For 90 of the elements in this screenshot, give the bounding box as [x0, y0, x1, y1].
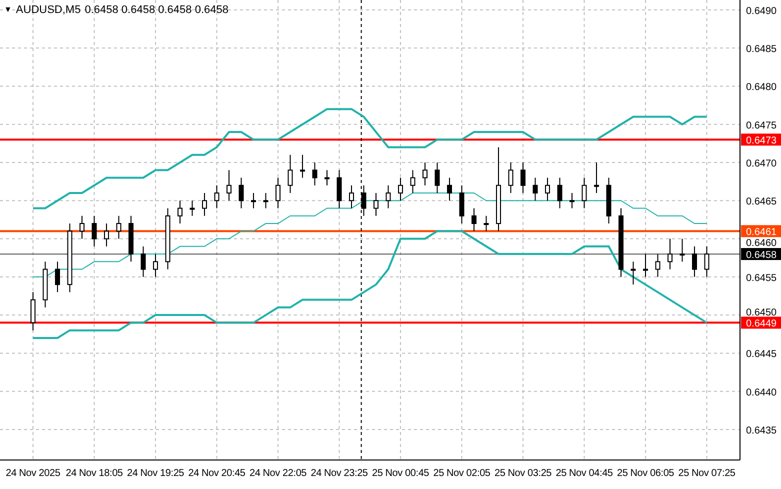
candlestick [336, 170, 342, 209]
candlestick [238, 177, 244, 209]
candlestick [374, 192, 378, 216]
time-axis-label: 24 Nov 2025 [6, 468, 60, 479]
chart-quote: 0.6458 0.6458 0.6458 0.6458 [84, 3, 228, 18]
candlestick [140, 246, 146, 278]
candlestick [300, 154, 305, 178]
candlestick [520, 162, 526, 194]
candlestick [692, 246, 697, 278]
price-axis-label: 0.6460 [746, 238, 777, 250]
candlestick [459, 184, 464, 224]
candlestick [532, 177, 538, 202]
ref-line-label: 0.6449 [746, 318, 778, 330]
candlestick [508, 162, 514, 194]
candlestick [386, 184, 391, 209]
candlestick [153, 254, 158, 278]
candlestick [202, 192, 207, 216]
candlestick [704, 246, 710, 278]
price-axis-label: 0.6455 [746, 272, 777, 284]
candlestick [214, 184, 220, 209]
price-tag: 0.6458 [741, 248, 781, 262]
price-axis-label: 0.6440 [746, 387, 777, 398]
time-axis-label: 24 Nov 23:25 [310, 468, 368, 479]
candlestick [422, 162, 428, 186]
candlestick [104, 223, 109, 247]
chart-symbol: AUDUSD,M5 [16, 3, 81, 18]
price-axis-label: 0.6475 [746, 120, 777, 132]
time-axis-label: 25 Nov 00:45 [372, 468, 430, 479]
candlestick [606, 177, 612, 224]
ref-line-label: 0.6458 [746, 250, 778, 262]
ref-line-label: 0.6461 [746, 227, 778, 238]
price-tag: 0.6461 [741, 225, 781, 238]
time-axis-label: 25 Nov 02:05 [433, 468, 490, 479]
candlestick [349, 184, 354, 209]
candlestick [128, 215, 134, 262]
time-axis-label: 24 Nov 22:05 [249, 468, 307, 479]
candlestick [680, 238, 685, 262]
candlestick [30, 292, 36, 331]
candlestick [92, 215, 97, 247]
time-axis-label: 25 Nov 07:25 [678, 468, 736, 479]
candlestick [557, 177, 562, 209]
price-axis-label: 0.6435 [746, 425, 777, 436]
candlestick [226, 170, 232, 202]
time-axis-label: 24 Nov 20:45 [188, 468, 246, 479]
candlestick [668, 238, 672, 270]
time-axis-label: 25 Nov 04:45 [556, 468, 613, 479]
price-axis-label: 0.6465 [746, 196, 777, 208]
candlestick [618, 208, 624, 278]
candlestick [324, 170, 330, 186]
candlestick [312, 162, 318, 186]
candlestick [410, 170, 416, 194]
candlestick [178, 200, 182, 224]
price-axis-label: 0.6490 [746, 6, 777, 17]
price-tag: 0.6473 [741, 134, 781, 147]
price-axis-label: 0.6450 [746, 308, 777, 319]
price-axis-label: 0.6470 [746, 158, 777, 170]
dropdown-icon[interactable]: ▼ [4, 4, 12, 16]
time-axis-label: 25 Nov 06:05 [616, 468, 674, 479]
ref-line-label: 0.6473 [746, 136, 778, 147]
candlestick [434, 162, 440, 194]
candlestick [116, 215, 122, 240]
time-axis-label: 25 Nov 03:25 [494, 468, 552, 479]
candlestick [643, 254, 648, 278]
candlestick [361, 184, 366, 216]
time-axis-label: 24 Nov 19:25 [126, 468, 184, 479]
candlestick [582, 177, 587, 209]
candlestick [276, 177, 280, 209]
candlestick [484, 215, 489, 232]
candlestick [570, 192, 574, 209]
candlestick [630, 261, 636, 286]
candlestick [42, 261, 48, 308]
price-axis-label: 0.6480 [746, 82, 777, 94]
price-axis-label: 0.6445 [746, 349, 777, 360]
candlestick [447, 177, 452, 202]
candlestick [251, 192, 256, 209]
time-axis-label: 24 Nov 18:05 [66, 468, 123, 479]
candlestick [288, 154, 293, 194]
price-tag: 0.6449 [741, 316, 781, 330]
candlestick [67, 223, 72, 293]
candlestick [655, 254, 660, 278]
candlestick [398, 177, 403, 202]
candlestick [263, 192, 268, 209]
candlestick [80, 215, 84, 240]
candlestick [594, 162, 599, 194]
candlestick [165, 208, 170, 270]
price-axis-label: 0.6485 [746, 44, 777, 56]
candlestick [472, 208, 476, 232]
candlestick [190, 200, 195, 216]
candlestick [545, 177, 550, 202]
candlestick [55, 261, 60, 293]
